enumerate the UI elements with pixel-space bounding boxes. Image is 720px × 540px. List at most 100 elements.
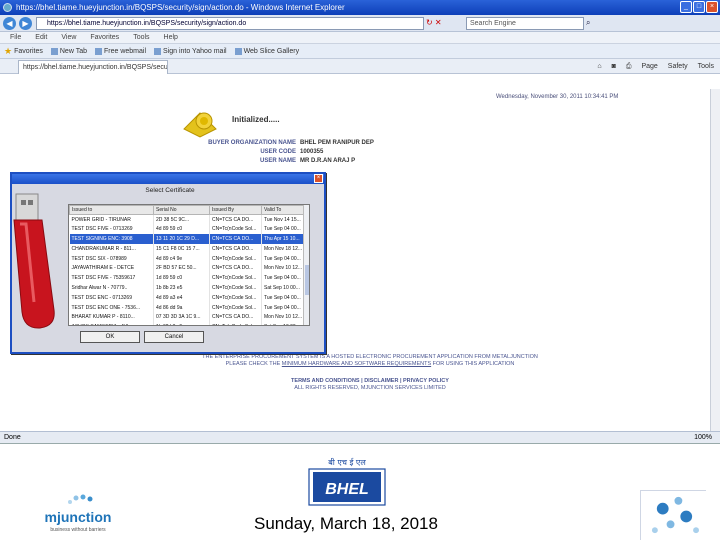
page-icon <box>234 47 242 55</box>
column-header[interactable]: Issued to <box>69 205 154 215</box>
certificate-cell: CN=TCS CA DO... <box>209 243 262 254</box>
certificate-cell: BHARAT KUMAR P - 8110... <box>69 312 154 323</box>
menu-file[interactable]: File <box>10 32 21 43</box>
address-input[interactable]: https://bhel.tiame.hueyjunction.in/BQSPS… <box>36 17 424 30</box>
column-header[interactable]: Serial No <box>153 205 210 215</box>
slide-date: Sunday, March 18, 2018 <box>254 514 438 533</box>
bhel-hindi-text: बी एच ई एल <box>328 457 366 467</box>
refresh-stop-icon[interactable]: ↻ ✕ <box>426 18 442 27</box>
certificate-row[interactable]: ASHOK SANWARIA - JUL...1b 62 b3 c9CN=Tc(… <box>69 322 306 325</box>
status-bar: Done 100% <box>0 431 720 443</box>
favorite-item[interactable]: Free webmail <box>94 44 146 58</box>
page-menu[interactable]: Page <box>641 61 657 72</box>
certificate-cell: Tue Sep 04 00... <box>261 302 306 313</box>
footer-line: PLEASE CHECK THE MINIMUM HARDWARE AND SO… <box>225 361 515 367</box>
vertical-scrollbar[interactable] <box>710 89 720 431</box>
certificate-cell: 4d 89 c4 9e <box>153 253 210 264</box>
favorite-item[interactable]: Sign into Yahoo mail <box>154 44 227 58</box>
dialog-close-icon[interactable]: × <box>314 174 323 183</box>
search-icon[interactable]: ⌕ <box>586 18 590 28</box>
cancel-button[interactable]: Cancel <box>144 331 204 343</box>
user-code-value: 1000355 <box>300 149 324 155</box>
ok-button[interactable]: OK <box>80 331 140 343</box>
status-message: Initialized..... <box>232 115 280 124</box>
buyer-org-label: BUYER ORGANIZATION NAME <box>208 140 296 146</box>
requirements-link[interactable]: MINIMUM HARDWARE AND SOFTWARE REQUIREMEN… <box>282 361 431 367</box>
certificate-cell: 1b 62 b3 c9 <box>153 322 210 325</box>
certificate-cell: CN=Tc(nCode Sol... <box>209 224 262 235</box>
menu-tools[interactable]: Tools <box>133 32 149 43</box>
certificate-cell: CHANDRAKUMAR R - 811... <box>69 243 154 254</box>
copyright: ALL RIGHTS RESERVED, MJUNCTION SERVICES … <box>294 385 446 391</box>
browser-tab[interactable]: https://bhel.tiame.hueyjunction.in/BQSPS… <box>18 60 168 74</box>
certificate-cell: 13 11 20 1C 29 D... <box>153 234 210 244</box>
certificate-cell: 15 C1 F8 0C 15 7... <box>153 243 210 254</box>
certificate-cell: CN=TCS CA DO... <box>209 214 262 225</box>
certificate-cell: 2D 38 5C 9C... <box>153 214 210 225</box>
favorites-bar: ★ Favorites New Tab Free webmail Sign int… <box>0 44 720 59</box>
dialog-titlebar: × <box>12 174 324 184</box>
certificate-row[interactable]: TEST DSC ENC ONE - 7536... 4d 86 dd 9a CN=… <box>69 302 306 313</box>
home-icon[interactable]: ⌂ <box>597 61 601 72</box>
favorites-button[interactable]: ★ Favorites <box>4 44 43 58</box>
certificate-row[interactable]: TEST DSC SIX - 078989 4d 89 c4 9e CN=Tc(nC… <box>69 253 306 264</box>
buyer-org-value: BHEL PEM RANIPUR DEP <box>300 140 374 146</box>
window-title: https://bhel.tiame.hueyjunction.in/BQSPS… <box>16 3 345 12</box>
browser-titlebar: https://bhel.tiame.hueyjunction.in/BQSPS… <box>0 0 720 15</box>
certificate-row[interactable]: TEST DSC ENC - 0713269 4d 89 a3 e4 CN=Tc(n… <box>69 292 306 303</box>
status-text: Done <box>4 434 21 441</box>
page-footer: THE ENTERPRISE PROCUREMENT SYSTEM IS A H… <box>150 354 590 392</box>
footer-links[interactable]: TERMS AND CONDITIONS | DISCLAIMER | PRIV… <box>150 378 590 385</box>
certificate-row[interactable]: POWER GRID - TIRUNAR 2D 38 5C 9C... CN=TCS… <box>69 214 306 225</box>
certificate-cell: ASHOK SANWARIA - JUL... <box>69 322 154 325</box>
menu-favorites[interactable]: Favorites <box>90 32 119 43</box>
menu-view[interactable]: View <box>61 32 76 43</box>
forward-icon[interactable]: ▶ <box>19 17 32 30</box>
scroll-thumb[interactable] <box>305 265 309 295</box>
table-scrollbar[interactable] <box>303 205 309 325</box>
certificate-cell: TEST DSC FIVE - 75359617 <box>69 273 154 284</box>
favorite-item[interactable]: New Tab <box>50 44 87 58</box>
certificate-cell: POWER GRID - TIRUNAR <box>69 214 154 225</box>
ie-icon <box>3 3 12 12</box>
certificate-row[interactable]: TEST DSC FIVE - 75359617 1d 89 59 c0 CN=Tc… <box>69 273 306 284</box>
back-icon[interactable]: ◀ <box>3 17 16 30</box>
certificate-cell: CN=Tc(nCode Sol... <box>209 283 262 293</box>
certificate-cell: Mon Nov 10 12... <box>261 263 306 274</box>
certificate-cell: Mon Nov 18 12... <box>261 243 306 254</box>
mjunction-tagline: business without barriers <box>50 527 106 533</box>
certificate-seal-icon <box>183 112 217 138</box>
select-certificate-dialog: × Select Certificate Issued to Serial No… <box>10 172 326 354</box>
zoom-level[interactable]: 100% <box>694 432 712 443</box>
print-icon[interactable]: ⎙ <box>626 61 632 72</box>
certificate-cell: Mon Nov 10 12... <box>261 312 306 323</box>
column-header[interactable]: Issued By <box>209 205 262 215</box>
certificate-cell: CN=Tc(nCode Sol... <box>209 253 262 264</box>
command-bar: ⌂ ◙ ⎙ Page Safety Tools <box>597 61 714 72</box>
user-name-value: MR D.R.AN ARAJ P <box>300 158 356 164</box>
menu-edit[interactable]: Edit <box>35 32 47 43</box>
certificate-row[interactable]: Sridhar Alwar N - 70779.. 1b 8b 23 e5 CN=T… <box>69 283 306 293</box>
certificate-row[interactable]: CHANDRAKUMAR R - 811... 15 C1 F8 0C 15 7.… <box>69 243 306 254</box>
page-icon <box>50 47 58 55</box>
certificate-row[interactable]: BHARAT KUMAR P - 8110... 07 3D 3D 3A 1C 9… <box>69 312 306 323</box>
safety-menu[interactable]: Safety <box>668 61 688 72</box>
certificate-row[interactable]: JAYAVATHIRAM E - DETCE 2F BD 57 EC 50... C… <box>69 263 306 274</box>
certificate-cell: Tue Sep 04 00... <box>261 253 306 264</box>
tools-menu[interactable]: Tools <box>698 61 714 72</box>
search-input[interactable]: Search Engine <box>466 17 584 30</box>
certificate-row[interactable]: TEST DSC FIVE - 0713269 4d 89 59 c0 CN=Tc(… <box>69 224 306 235</box>
menu-help[interactable]: Help <box>164 32 178 43</box>
close-button[interactable]: × <box>706 1 718 13</box>
column-header[interactable]: Valid To <box>261 205 306 215</box>
maximize-button[interactable]: □ <box>693 1 705 13</box>
certificate-cell: Tue Sep 04 00... <box>261 292 306 303</box>
certificate-cell: 07 3D 3D 3A 1C 9... <box>153 312 210 323</box>
rss-icon[interactable]: ◙ <box>612 61 616 72</box>
minimize-button[interactable]: _ <box>680 1 692 13</box>
certificate-cell: 4d 89 59 c0 <box>153 224 210 235</box>
footer-line: THE ENTERPRISE PROCUREMENT SYSTEM IS A H… <box>202 354 538 360</box>
certificate-cell: JAYAVATHIRAM E - DETCE <box>69 263 154 274</box>
favorite-item[interactable]: Web Slice Gallery <box>234 44 299 58</box>
certificate-row[interactable]: TEST SIGNING ENC: 3908 13 11 20 1C 29 D..… <box>69 234 306 244</box>
